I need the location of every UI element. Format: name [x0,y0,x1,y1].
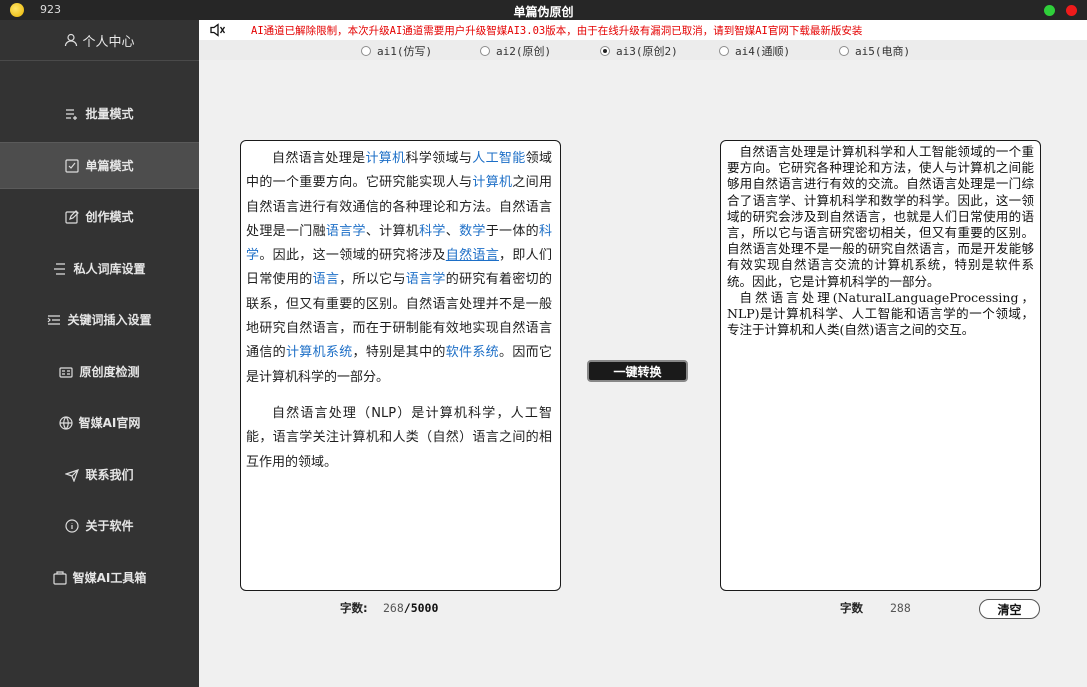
sidebar-item-3[interactable]: 创作模式 [0,194,199,239]
sidebar-item-5[interactable]: 关键词插入设置 [0,297,199,342]
main-panel: 自然语言处理是计算机科学领域与人工智能领域中的一个重要方向。它研究能实现人与计算… [199,60,1087,687]
profile-button[interactable]: 个人中心 [0,20,199,60]
output-char-count: 288 [890,601,911,615]
source-text: 、计算机 [365,223,420,239]
sidebar-item-label: 私人词库设置 [73,262,146,276]
info-icon [65,518,80,533]
sidebar-item-1[interactable]: 批量模式 [0,91,199,136]
source-char-count: 268/5000 [383,601,438,615]
sidebar-item-label: 批量模式 [85,107,134,121]
mode-radio-label: ai1(仿写) [377,45,433,58]
sidebar-item-label: 智媒AI工具箱 [72,571,147,585]
toolbox-icon [53,570,67,585]
mode-radio-label: ai5(电商) [855,45,911,58]
radio-circle[interactable] [719,46,729,56]
close-button[interactable] [1066,5,1077,16]
source-text: 自然语言处理（NLP）是计算机科学，人工智能，语言学关注计算机和人类（自然）语言… [246,405,552,470]
source-link[interactable]: 软件系统 [446,345,499,360]
source-link[interactable]: 科学 [419,224,446,239]
globe-icon [59,415,73,430]
source-link[interactable]: 语言学 [406,272,446,287]
convert-button[interactable]: 一键转换 [587,360,688,382]
source-link[interactable]: 自然语言 [446,248,499,263]
sidebar-item-9[interactable]: 关于软件 [0,503,199,548]
sidebar-item-6[interactable]: 原创度检测 [0,349,199,394]
user-icon [64,33,78,47]
source-text: 。因此，这一领域的研究将涉及 [259,248,446,264]
paper-plane-icon [65,468,80,482]
mode-radio-label: ai3(原创2) [616,45,678,58]
speaker-icon [209,22,227,38]
sidebar-item-7[interactable]: 智媒AI官网 [0,400,199,445]
output-paragraph: 自然语言处理(NaturalLanguageProcessing，NLP)是计算… [727,289,1034,338]
title-bar: 923 单篇伪原创 [0,0,1087,20]
output-text-area[interactable]: 自然语言处理是计算机科学和人工智能领域的一个重要方向。它研究各种理论和方法，使人… [720,140,1041,591]
mode-selector: ai1(仿写) ai2(原创) ai3(原创2) ai4(通顺) ai5(电商) [199,40,1087,60]
mode-radio-ai3[interactable]: ai3(原创2) [600,43,678,59]
source-link[interactable]: 计算机 [365,151,405,166]
sidebar-item-label: 单篇模式 [85,159,134,173]
output-paragraph: 自然语言处理是计算机科学和人工智能领域的一个重要方向。它研究各种理论和方法，使人… [727,144,1034,289]
maximize-button[interactable] [1044,5,1055,16]
edit-icon [65,209,80,224]
sidebar-item-label: 关键词插入设置 [67,313,152,327]
sidebar-item-label: 原创度检测 [79,365,140,379]
mode-radio-label: ai2(原创) [496,45,552,58]
notice-text: AI通道已解除限制，本次升级AI通道需要用户升级智媒AI3.03版本，由于在线升… [251,25,863,37]
mode-radio-ai2[interactable]: ai2(原创) [480,43,551,59]
sidebar-item-label: 联系我们 [85,468,134,482]
source-link[interactable]: 人工智能 [472,151,525,166]
source-text: 科学领域与 [405,151,473,166]
source-text: 于一体的 [485,223,539,239]
window-title: 单篇伪原创 [513,5,574,19]
source-link[interactable]: 计算机 [472,175,512,190]
source-text-area[interactable]: 自然语言处理是计算机科学领域与人工智能领域中的一个重要方向。它研究能实现人与计算… [240,140,561,591]
source-paragraph: 自然语言处理（NLP）是计算机科学，人工智能，语言学关注计算机和人类（自然）语言… [246,402,552,475]
mode-radio-ai1[interactable]: ai1(仿写) [361,43,432,59]
lines-icon [53,262,67,276]
card-icon [59,365,74,379]
radio-circle[interactable] [839,46,849,56]
sidebar-item-label: 关于软件 [85,519,134,533]
sidebar-item-8[interactable]: 联系我们 [0,452,199,497]
notice-bar: AI通道已解除限制，本次升级AI通道需要用户升级智媒AI3.03版本，由于在线升… [199,20,1087,40]
radio-circle[interactable] [480,46,490,56]
clear-button[interactable]: 清空 [979,599,1040,619]
insert-icon [47,313,61,327]
source-link[interactable]: 语言学 [326,224,366,239]
source-text: 、 [445,223,460,239]
source-count-label: 字数: [340,601,368,615]
mode-radio-label: ai4(通顺) [735,45,791,58]
source-text: ，所以它与 [339,272,406,288]
checkbox-icon [65,158,80,173]
source-paragraph: 自然语言处理是计算机科学领域与人工智能领域中的一个重要方向。它研究能实现人与计算… [246,147,552,390]
radio-circle[interactable] [600,46,610,56]
mode-radio-ai4[interactable]: ai4(通顺) [719,43,790,59]
sidebar-item-2[interactable]: 单篇模式 [0,142,199,189]
sidebar-item-4[interactable]: 私人词库设置 [0,246,199,291]
source-count-value: 268 [383,601,404,615]
list-add-icon [65,107,79,121]
sidebar-item-10[interactable]: 智媒AI工具箱 [0,555,199,600]
mode-radio-ai5[interactable]: ai5(电商) [839,43,910,59]
sidebar-item-label: 智媒AI官网 [78,416,141,430]
source-count-max: /5000 [403,601,439,615]
sidebar: 个人中心 批量模式单篇模式创作模式私人词库设置 关键词插入设置 原创度检测智媒AI官… [0,20,199,687]
source-link[interactable]: 数学 [459,224,486,239]
sidebar-divider [0,60,199,61]
source-text: ，特别是其中的 [352,345,446,361]
output-count-label: 字数 [840,601,863,615]
source-link[interactable]: 计算机系统 [286,345,353,360]
sidebar-item-label: 创作模式 [85,210,134,224]
source-link[interactable]: 语言 [313,272,340,287]
profile-label: 个人中心 [82,34,135,50]
radio-circle[interactable] [361,46,371,56]
source-text: 自然语言处理是 [272,151,366,166]
